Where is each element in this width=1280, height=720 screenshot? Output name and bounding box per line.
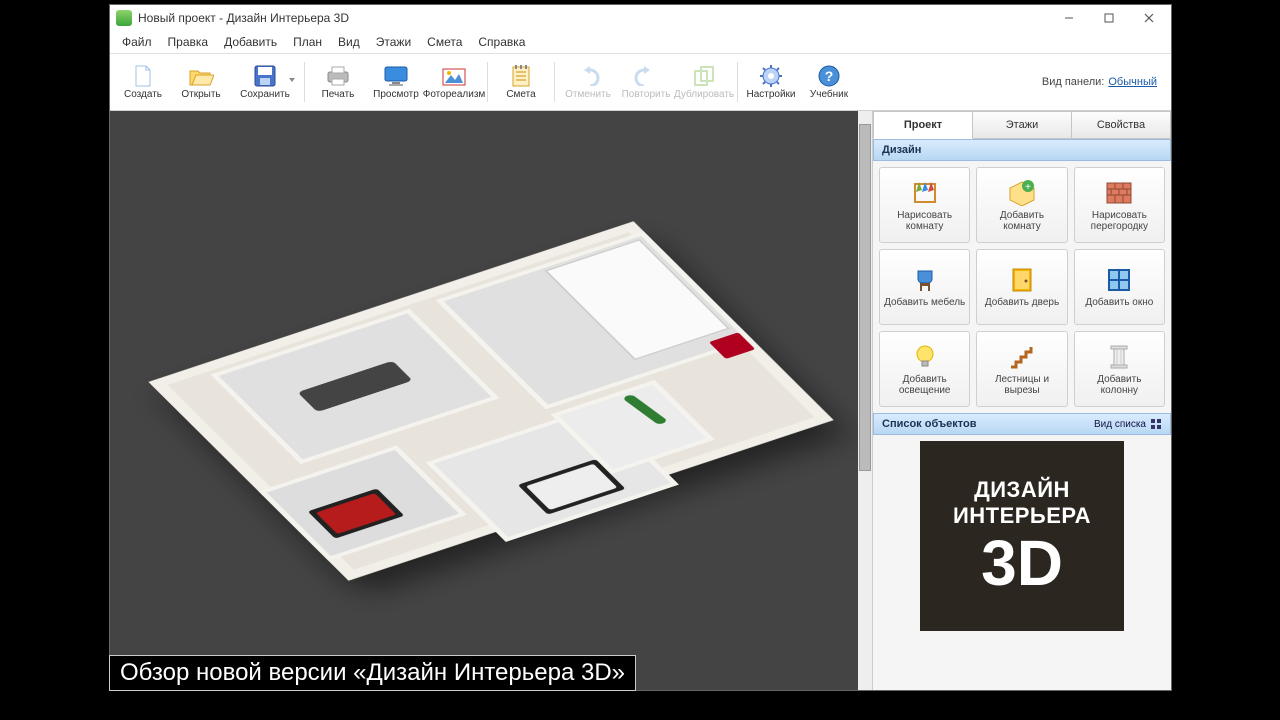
viewport-3d[interactable] (110, 111, 873, 690)
workarea: Проект Этажи Свойства Дизайн Нарисовать … (110, 111, 1171, 690)
menu-help[interactable]: Справка (470, 33, 533, 51)
menu-add[interactable]: Добавить (216, 33, 285, 51)
monitor-icon (382, 64, 410, 88)
menu-edit[interactable]: Правка (160, 33, 217, 51)
stairs-button[interactable]: Лестницы и вырезы (976, 331, 1067, 407)
add-column-button[interactable]: Добавить колонну (1074, 331, 1165, 407)
menu-plan[interactable]: План (285, 33, 330, 51)
open-button[interactable]: Открыть (172, 55, 230, 109)
undo-icon (574, 64, 602, 88)
window-icon (1104, 266, 1134, 294)
printer-icon (324, 64, 352, 88)
add-door-button[interactable]: Добавить дверь (976, 249, 1067, 325)
new-file-icon (129, 64, 157, 88)
design-section-header: Дизайн (873, 139, 1171, 161)
menu-bar: Файл Правка Добавить План Вид Этажи Смет… (110, 31, 1171, 53)
close-button[interactable] (1129, 6, 1169, 30)
menu-view[interactable]: Вид (330, 33, 368, 51)
brick-wall-icon (1104, 179, 1134, 207)
floorplan-render (149, 221, 834, 580)
side-panel: Проект Этажи Свойства Дизайн Нарисовать … (873, 111, 1171, 690)
save-button[interactable]: Сохранить (230, 55, 300, 109)
print-button[interactable]: Печать (309, 55, 367, 109)
redo-icon (632, 64, 660, 88)
maximize-button[interactable] (1089, 6, 1129, 30)
help-icon: ? (815, 64, 843, 88)
tab-properties[interactable]: Свойства (1072, 111, 1171, 139)
app-icon (116, 10, 132, 26)
add-window-button[interactable]: Добавить окно (1074, 249, 1165, 325)
tutorial-button[interactable]: ? Учебник (800, 55, 858, 109)
notepad-icon (507, 64, 535, 88)
design-tools-grid: Нарисовать комнату + Добавить комнату На… (873, 161, 1171, 413)
lightbulb-icon (910, 343, 940, 371)
list-icon (1150, 418, 1162, 430)
add-light-button[interactable]: Добавить освещение (879, 331, 970, 407)
side-tabs: Проект Этажи Свойства (873, 111, 1171, 139)
promo-logo: ДИЗАЙН ИНТЕРЬЕРА 3D (920, 441, 1124, 631)
settings-button[interactable]: Настройки (742, 55, 800, 109)
add-furniture-button[interactable]: Добавить мебель (879, 249, 970, 325)
application-window: Новый проект - Дизайн Интерьера 3D Файл … (109, 4, 1172, 691)
titlebar[interactable]: Новый проект - Дизайн Интерьера 3D (110, 5, 1171, 31)
chevron-down-icon (289, 78, 295, 82)
objects-section-header: Список объектов Вид списка (873, 413, 1171, 435)
create-button[interactable]: Создать (114, 55, 172, 109)
vertical-scrollbar[interactable] (858, 111, 872, 690)
redo-button: Повторить (617, 55, 675, 109)
column-icon (1104, 343, 1134, 371)
window-title: Новый проект - Дизайн Интерьера 3D (138, 11, 349, 25)
tab-project[interactable]: Проект (873, 111, 973, 139)
save-icon (251, 64, 279, 88)
duplicate-button: Дублировать (675, 55, 733, 109)
add-room-button[interactable]: + Добавить комнату (976, 167, 1067, 243)
tab-floors[interactable]: Этажи (973, 111, 1072, 139)
photoreal-button[interactable]: Фотореализм (425, 55, 483, 109)
svg-text:?: ? (825, 68, 834, 84)
draw-room-button[interactable]: Нарисовать комнату (879, 167, 970, 243)
draw-room-icon (910, 179, 940, 207)
svg-text:+: + (1025, 182, 1031, 193)
toolbar: Создать Открыть Сохранить Печать Просмот… (110, 53, 1171, 111)
folder-open-icon (187, 64, 215, 88)
preview-button[interactable]: Просмотр (367, 55, 425, 109)
add-room-icon: + (1007, 179, 1037, 207)
estimate-button[interactable]: Смета (492, 55, 550, 109)
video-caption: Обзор новой версии «Дизайн Интерьера 3D» (109, 655, 636, 691)
undo-button: Отменить (559, 55, 617, 109)
panel-kind-selector[interactable]: Вид панели: Обычный (1042, 76, 1167, 88)
door-icon (1007, 266, 1037, 294)
menu-floors[interactable]: Этажи (368, 33, 419, 51)
objects-list-area: ДИЗАЙН ИНТЕРЬЕРА 3D (873, 435, 1171, 690)
stairs-icon (1007, 343, 1037, 371)
chair-icon (910, 266, 940, 294)
photo-icon (440, 64, 468, 88)
menu-file[interactable]: Файл (114, 33, 160, 51)
menu-estimate[interactable]: Смета (419, 33, 470, 51)
duplicate-icon (690, 64, 718, 88)
draw-wall-button[interactable]: Нарисовать перегородку (1074, 167, 1165, 243)
gear-icon (757, 64, 785, 88)
minimize-button[interactable] (1049, 6, 1089, 30)
list-view-toggle[interactable]: Вид списка (1094, 418, 1162, 430)
